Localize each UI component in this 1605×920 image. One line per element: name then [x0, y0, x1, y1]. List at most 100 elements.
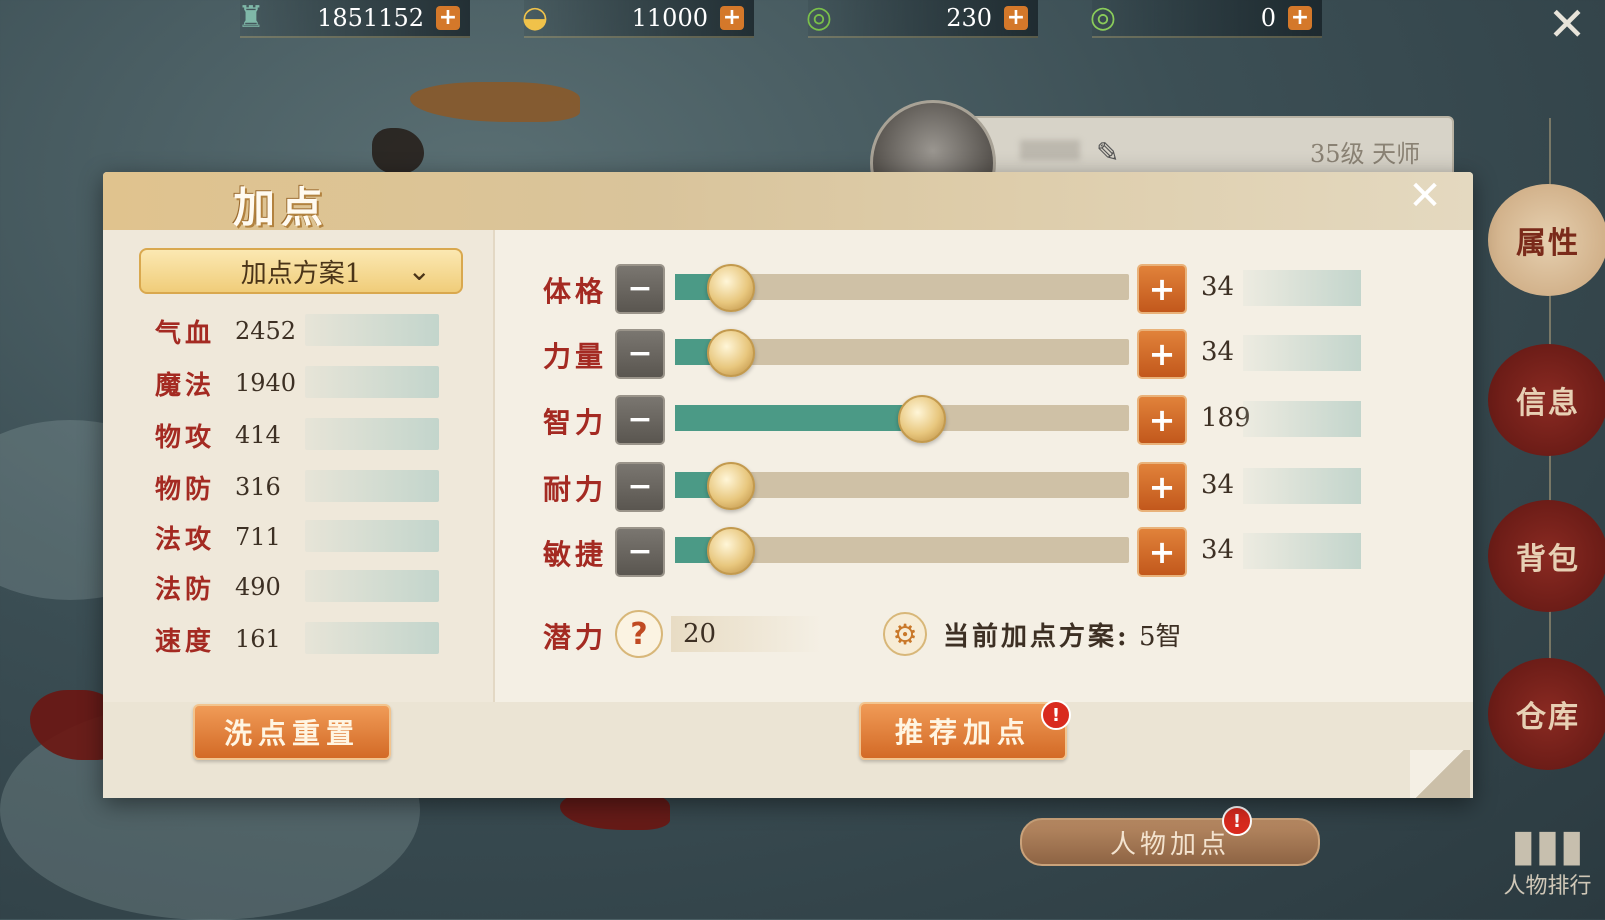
currency-jade-red: ◎ 230 +	[806, 0, 1038, 38]
character-name-blurred	[1020, 140, 1080, 160]
slider-knob-icon[interactable]	[707, 264, 756, 312]
stat-row-phys-attack: 物攻 414	[155, 418, 445, 453]
background-cloak	[410, 82, 580, 122]
attribute-bar	[1243, 270, 1361, 306]
increase-button[interactable]: +	[1137, 264, 1187, 314]
scheme-dropdown-label: 加点方案1	[240, 258, 362, 289]
jade-dragon-red-icon: ◎	[805, 0, 833, 35]
character-ranking-button[interactable]: ▮▮▮ 人物排行	[1490, 800, 1605, 900]
stat-bar	[305, 470, 439, 502]
attribute-value: 34	[1201, 272, 1235, 302]
tab-attributes[interactable]: 属性	[1488, 184, 1605, 296]
slider-knob-icon[interactable]	[707, 462, 756, 510]
attribute-slider[interactable]	[675, 462, 1129, 510]
stat-label: 速度	[155, 626, 216, 657]
attribute-bar	[1243, 533, 1361, 569]
attribute-slider[interactable]	[675, 329, 1129, 377]
stat-row-magic-defense: 法防 490	[155, 570, 445, 605]
stat-bar	[305, 622, 439, 654]
scheme-dropdown[interactable]: 加点方案1 ⌄	[139, 248, 463, 294]
stat-row-magic-attack: 法攻 711	[155, 520, 445, 555]
decrease-button[interactable]: −	[615, 527, 665, 577]
stat-bar	[305, 570, 439, 602]
panel-title: 加点	[233, 183, 330, 232]
stat-row-hp: 气血 2452	[155, 314, 445, 349]
potential-label: 潜力	[543, 621, 608, 654]
tab-info[interactable]: 信息	[1488, 344, 1605, 456]
add-currency-button[interactable]: +	[1004, 6, 1028, 30]
increase-button[interactable]: +	[1137, 462, 1187, 512]
add-currency-button[interactable]: +	[436, 6, 460, 30]
background-figure	[372, 128, 424, 174]
stat-label: 法防	[155, 574, 216, 605]
increase-button[interactable]: +	[1137, 329, 1187, 379]
attribute-row-endurance: 耐力 − + 34	[543, 462, 1373, 512]
attribute-slider[interactable]	[675, 264, 1129, 312]
currency-value: 0	[1260, 4, 1276, 32]
attribute-label: 体格	[543, 275, 608, 308]
currency-value: 1851152	[317, 4, 424, 32]
stat-row-speed: 速度 161	[155, 622, 445, 657]
attribute-label: 智力	[543, 406, 608, 439]
tower-icon: ♜	[237, 0, 265, 35]
slider-knob-icon[interactable]	[707, 329, 756, 377]
close-icon[interactable]: ✕	[1405, 176, 1445, 216]
currency-gold: ◒ 11000 +	[522, 0, 754, 38]
stat-bar	[305, 314, 439, 346]
stat-row-mp: 魔法 1940	[155, 366, 445, 401]
currency-tower: ♜ 1851152 +	[238, 0, 470, 38]
jade-dragon-green-icon: ◎	[1089, 0, 1117, 35]
current-scheme-label: 当前加点方案:	[943, 622, 1130, 652]
add-currency-button[interactable]: +	[720, 6, 744, 30]
bar-chart-icon: ▮▮▮	[1511, 820, 1584, 871]
currency-value: 230	[946, 4, 992, 32]
increase-button[interactable]: +	[1137, 527, 1187, 577]
close-window-icon[interactable]: ✕	[1545, 1, 1589, 47]
decrease-button[interactable]: −	[615, 329, 665, 379]
attribute-slider[interactable]	[675, 395, 1129, 443]
potential-row: 潜力 ? 20 ⚙ 当前加点方案: 5智	[543, 610, 1363, 658]
gear-icon[interactable]: ⚙	[883, 612, 927, 656]
stat-bar	[305, 366, 439, 398]
edit-icon[interactable]: ✎	[1096, 136, 1119, 169]
character-add-points-button[interactable]: 人物加点	[1020, 818, 1320, 866]
decrease-button[interactable]: −	[615, 395, 665, 445]
stat-value: 711	[235, 523, 281, 551]
stat-label: 气血	[155, 318, 216, 349]
stat-bar	[305, 418, 439, 450]
paper-fold-corner	[1410, 750, 1470, 798]
stat-label: 法攻	[155, 524, 216, 555]
alert-icon: !	[1041, 700, 1071, 730]
attribute-value: 34	[1201, 535, 1235, 565]
stat-row-phys-defense: 物防 316	[155, 470, 445, 505]
slider-knob-icon[interactable]	[898, 395, 947, 443]
increase-button[interactable]: +	[1137, 395, 1187, 445]
character-ranking-label: 人物排行	[1503, 874, 1592, 899]
stat-value: 490	[235, 573, 281, 601]
decrease-button[interactable]: −	[615, 462, 665, 512]
attribute-bar	[1243, 468, 1361, 504]
stat-bar	[305, 520, 439, 552]
attribute-bar	[1243, 401, 1361, 437]
current-scheme-value: 5智	[1139, 622, 1182, 652]
attribute-slider[interactable]	[675, 527, 1129, 575]
attribute-label: 耐力	[543, 473, 608, 506]
stat-value: 1940	[235, 369, 297, 397]
character-level: 35级 天师	[1310, 140, 1421, 168]
stat-value: 2452	[235, 317, 297, 345]
add-currency-button[interactable]: +	[1288, 6, 1312, 30]
recommend-points-button[interactable]: 推荐加点	[859, 702, 1067, 760]
decrease-button[interactable]: −	[615, 264, 665, 314]
attribute-row-intelligence: 智力 − + 189	[543, 395, 1373, 445]
attribute-value: 34	[1201, 337, 1235, 367]
slider-knob-icon[interactable]	[707, 527, 756, 575]
attribute-label: 敏捷	[543, 538, 608, 571]
attribute-row-agility: 敏捷 − + 34	[543, 527, 1373, 577]
stat-label: 物防	[155, 474, 216, 505]
help-icon[interactable]: ?	[615, 610, 663, 658]
tab-warehouse[interactable]: 仓库	[1488, 658, 1605, 770]
attribute-row-constitution: 体格 − + 34	[543, 264, 1373, 314]
tab-bag[interactable]: 背包	[1488, 500, 1605, 612]
stat-value: 414	[235, 421, 281, 449]
reset-points-button[interactable]: 洗点重置	[193, 704, 391, 760]
